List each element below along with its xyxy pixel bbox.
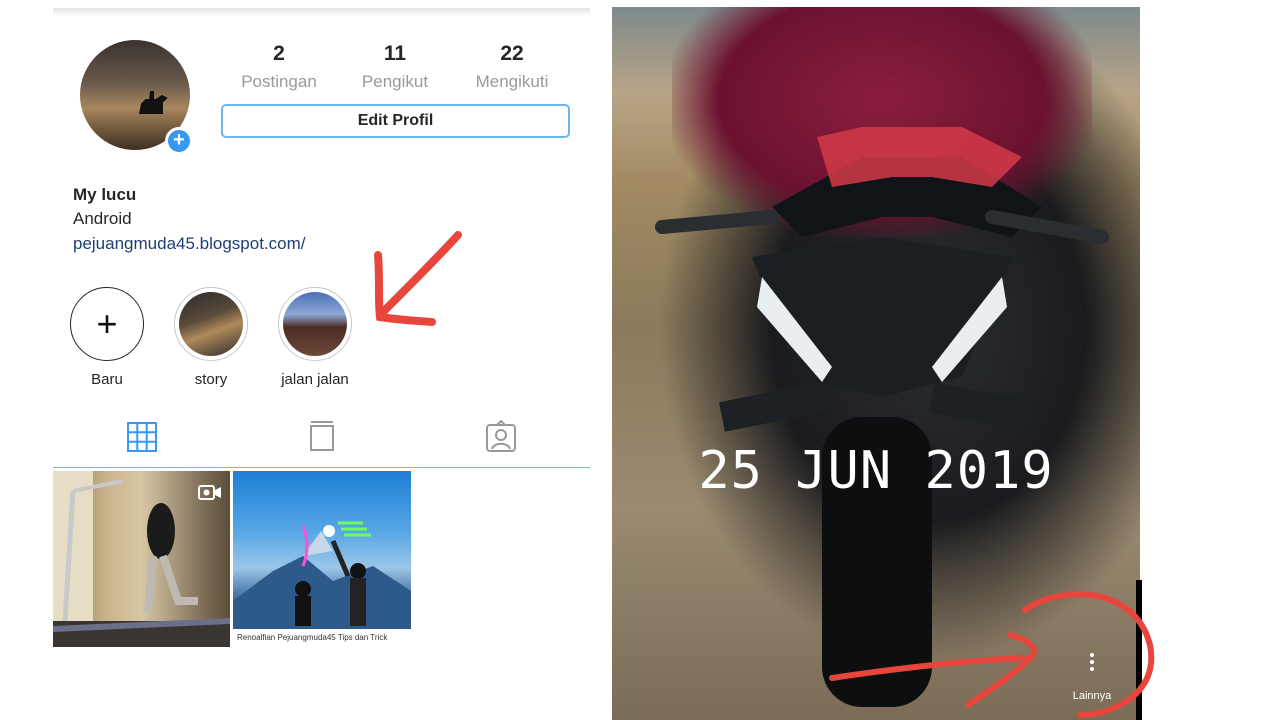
highlight-story-ring bbox=[174, 287, 248, 361]
highlight-jalan-jalan[interactable]: jalan jalan bbox=[255, 287, 375, 388]
profile-screen: + 2 Postingan 11 Pengikut 22 Mengikuti E… bbox=[0, 0, 600, 720]
grid-icon[interactable] bbox=[125, 420, 159, 454]
post-thumbnail-image[interactable]: Renoalfian Pejuangmuda45 Tips dan Trick bbox=[233, 471, 411, 647]
highlight-story[interactable]: story bbox=[151, 287, 271, 388]
video-icon bbox=[198, 485, 221, 500]
post-watermark-footer: Renoalfian Pejuangmuda45 Tips dan Trick bbox=[233, 629, 411, 647]
profile-name: My lucu bbox=[73, 185, 137, 204]
stat-followers-label: Pengikut bbox=[361, 72, 429, 91]
stat-following[interactable]: 22 Mengikuti bbox=[457, 42, 567, 92]
highlight-jalan-cover bbox=[283, 292, 347, 356]
stat-followers-count: 11 bbox=[383, 42, 407, 65]
annotation-circle-arrow-icon bbox=[829, 591, 1155, 718]
stat-posts[interactable]: 2 Postingan bbox=[224, 42, 334, 92]
add-story-plus-icon[interactable]: + bbox=[165, 127, 193, 155]
highlight-story-label: story bbox=[194, 371, 228, 388]
profile-tab-bar bbox=[53, 410, 590, 468]
profile-bio: Android bbox=[73, 209, 132, 228]
mountain-scene bbox=[233, 521, 411, 631]
tagged-icon[interactable] bbox=[484, 420, 518, 454]
plus-icon: + bbox=[70, 287, 144, 361]
highlight-jalan-label: jalan jalan bbox=[281, 371, 349, 388]
stat-following-label: Mengikuti bbox=[475, 72, 549, 91]
highlight-story-cover bbox=[179, 292, 243, 356]
highlight-new-label: Baru bbox=[91, 371, 123, 388]
highlight-jalan-ring bbox=[278, 287, 352, 361]
feed-icon[interactable] bbox=[305, 420, 339, 454]
edit-profile-button[interactable]: Edit Profil bbox=[221, 104, 570, 138]
annotation-arrow-icon bbox=[374, 231, 462, 326]
highlight-new[interactable]: + Baru bbox=[47, 287, 167, 388]
stat-posts-label: Postingan bbox=[241, 72, 317, 91]
stat-posts-count: 2 bbox=[273, 42, 285, 65]
profile-website-link[interactable]: pejuangmuda45.blogspot.com/ bbox=[73, 234, 306, 254]
story-date-stamp: 25 JUN 2019 bbox=[698, 441, 1054, 501]
horse-rider-silhouette bbox=[139, 91, 168, 115]
top-bar-shadow bbox=[53, 8, 590, 16]
stat-followers[interactable]: 11 Pengikut bbox=[340, 42, 450, 92]
post-thumbnail-video[interactable] bbox=[53, 471, 230, 647]
stat-following-count: 22 bbox=[500, 42, 524, 65]
